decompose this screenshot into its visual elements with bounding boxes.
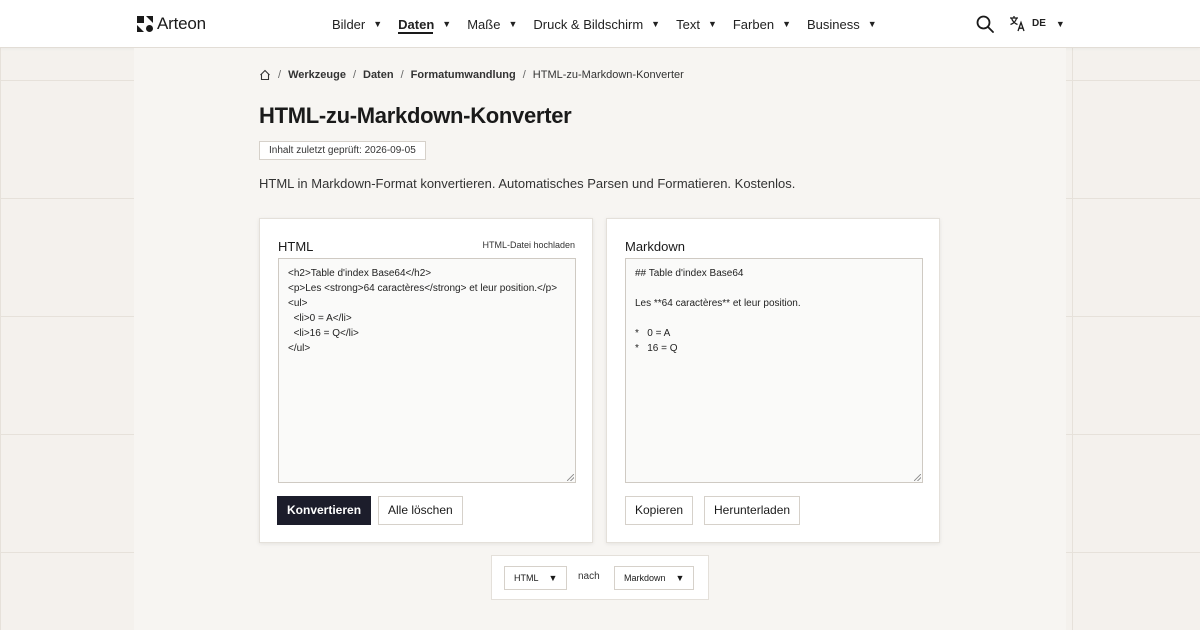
breadcrumb-separator: / — [400, 69, 404, 81]
nav-item-bilder[interactable]: Bilder ▼ — [332, 0, 382, 48]
breadcrumb-separator: / — [352, 69, 356, 81]
chevron-down-icon: ▼ — [1055, 18, 1065, 29]
search-icon[interactable] — [976, 15, 994, 33]
html-input-card: HTML HTML-Datei hochladen <h2>Table d'in… — [259, 218, 593, 543]
chevron-down-icon: ▼ — [442, 19, 452, 29]
chevron-down-icon: ▼ — [867, 19, 877, 29]
nav-item-druck-bildschirm[interactable]: Druck & Bildschirm ▼ — [533, 0, 660, 48]
nav-item-masse[interactable]: Maße ▼ — [467, 0, 517, 48]
nav-label: Farben — [732, 16, 775, 32]
page-title: HTML-zu-Markdown-Konverter — [259, 103, 572, 128]
html-input-label: HTML — [278, 239, 314, 254]
source-format-select[interactable]: HTML ▼ — [504, 566, 568, 590]
download-button[interactable]: Herunterladen — [704, 496, 801, 525]
breadcrumb-daten[interactable]: Daten — [363, 69, 394, 81]
breadcrumb-current: HTML-zu-Markdown-Konverter — [532, 69, 684, 81]
nav-item-text[interactable]: Text ▼ — [676, 0, 717, 48]
breadcrumb-werkzeuge[interactable]: Werkzeuge — [288, 69, 346, 81]
page-description: HTML in Markdown-Format konvertieren. Au… — [259, 176, 796, 191]
markdown-output-label: Markdown — [625, 239, 685, 254]
html-input-textarea[interactable]: <h2>Table d'index Base64</h2> <p>Les <st… — [278, 258, 576, 483]
chevron-down-icon: ▼ — [782, 19, 791, 29]
nav-label: Bilder — [332, 16, 366, 32]
logo-icon — [137, 16, 153, 32]
resize-handle[interactable] — [567, 474, 574, 481]
chevron-down-icon: ▼ — [508, 19, 518, 29]
nav-item-daten[interactable]: Daten ▼ — [398, 0, 451, 48]
breadcrumb-separator: / — [278, 69, 282, 81]
breadcrumb-formatumwandlung[interactable]: Formatumwandlung — [411, 69, 516, 81]
resize-handle[interactable] — [914, 474, 921, 481]
nav-label: Druck & Bildschirm — [533, 16, 644, 32]
format-connector-text: nach — [578, 571, 600, 582]
nav-label: Daten — [398, 16, 435, 32]
breadcrumb-separator: / — [522, 69, 526, 81]
chevron-down-icon: ▼ — [707, 19, 717, 29]
language-code: DE — [1032, 18, 1046, 29]
nav-item-farben[interactable]: Farben ▼ — [733, 0, 791, 48]
chevron-down-icon: ▼ — [548, 573, 558, 583]
chevron-down-icon: ▼ — [675, 573, 685, 583]
target-format-value: Markdown — [624, 573, 666, 583]
brand-name: Arteon — [157, 14, 206, 33]
chevron-down-icon: ▼ — [373, 19, 383, 29]
translate-icon — [1010, 16, 1025, 32]
top-navigation-bar: Arteon Bilder ▼ Daten ▼ Maße ▼ Druck & B… — [0, 0, 1200, 48]
markdown-output-card: Markdown ## Table d'index Base64 Les **6… — [606, 218, 940, 543]
home-icon[interactable] — [259, 69, 271, 81]
clear-all-button[interactable]: Alle löschen — [378, 496, 463, 525]
brand-logo[interactable]: Arteon — [137, 14, 206, 34]
target-format-select[interactable]: Markdown ▼ — [614, 566, 695, 590]
language-selector[interactable]: DE ▼ — [1009, 15, 1065, 32]
main-nav: Bilder ▼ Daten ▼ Maße ▼ Druck & Bildschi… — [332, 0, 893, 48]
format-selector-bar: HTML ▼ nach Markdown ▼ — [491, 555, 709, 600]
source-format-value: HTML — [514, 573, 539, 583]
nav-label: Business — [806, 16, 860, 32]
chevron-down-icon: ▼ — [651, 19, 661, 29]
markdown-output-textarea[interactable]: ## Table d'index Base64 Les **64 caractè… — [625, 258, 923, 483]
last-checked-badge: Inhalt zuletzt geprüft: 2026-09-05 — [259, 141, 426, 160]
convert-button[interactable]: Konvertieren — [277, 496, 372, 525]
nav-label: Maße — [467, 16, 501, 32]
upload-html-file-link[interactable]: HTML-Datei hochladen — [482, 240, 575, 250]
breadcrumb: / Werkzeuge / Daten / Formatumwandlung /… — [259, 69, 684, 81]
copy-button[interactable]: Kopieren — [625, 496, 694, 525]
nav-item-business[interactable]: Business ▼ — [807, 0, 877, 48]
nav-label: Text — [676, 16, 700, 32]
